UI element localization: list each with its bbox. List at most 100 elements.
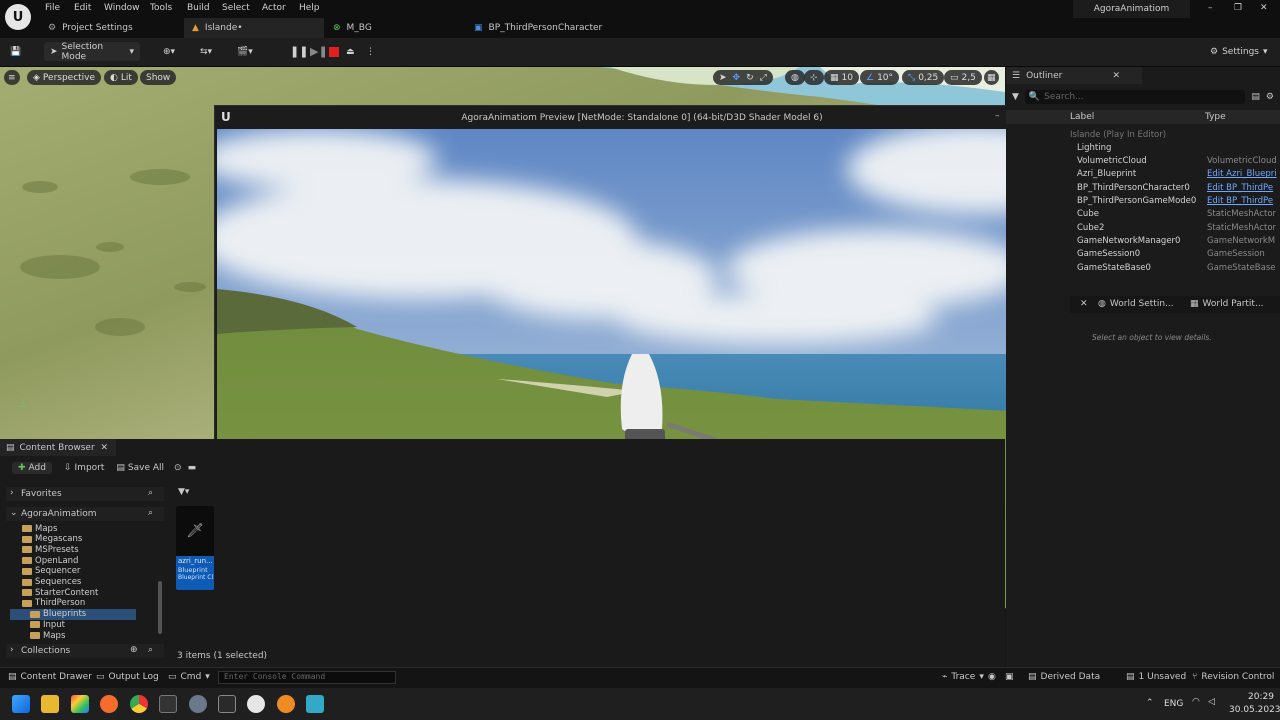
record-icon[interactable]: ◉ [988,672,996,682]
filter-icon[interactable]: ▼ [1012,92,1019,102]
outliner-row[interactable]: GameStateBase0 GameStateBase [1006,261,1280,274]
menu-actor[interactable]: Actor [262,3,286,13]
menu-help[interactable]: Help [299,3,320,13]
chrome-icon[interactable] [130,695,148,713]
blueprint-menu-icon[interactable]: ⇆▾ [200,42,212,61]
tab-bp-thirdpersoncharacter[interactable]: ▣ BP_ThirdPersonCharacter [466,18,626,38]
menu-window[interactable]: Window [104,3,140,13]
import-button[interactable]: ⇩ Import [64,463,104,473]
windows-start-icon[interactable] [12,695,30,713]
folder-tree-item[interactable]: Blueprints [10,608,136,620]
pause-icon[interactable]: ❚❚ [290,42,308,61]
grid-snap-button[interactable]: ▦ 10 [824,70,859,85]
terminal-app-icon[interactable] [159,695,177,713]
blender-icon[interactable] [277,695,295,713]
search-icon[interactable]: ⌕ [148,508,153,518]
selection-mode-button[interactable]: ➤ Selection Mode ▾ [44,42,140,62]
menu-build[interactable]: Build [187,3,210,13]
minimize-icon[interactable]: – [1208,3,1213,13]
outliner-row[interactable]: Azri_Blueprint Edit Azri_Bluepri [1006,168,1280,181]
tab-islande[interactable]: ▲ Islande• [184,18,324,38]
add-button[interactable]: ✚ Add [12,462,52,474]
camera-speed-button[interactable]: ▭ 2,5 [944,70,982,85]
language-indicator[interactable]: ENG [1164,699,1183,709]
save-all-button[interactable]: ▤ Save All [116,463,164,473]
add-collection-icon[interactable]: ⊕ [130,645,138,655]
select-icon[interactable]: ➤ [719,73,727,83]
folder-tree-item[interactable]: MSPresets [22,544,79,555]
folder-tree-item[interactable]: StarterContent [22,587,98,598]
megascans-bridge-icon[interactable] [306,695,324,713]
history-icon[interactable]: ⊙ [174,463,182,473]
tray-chevron-icon[interactable]: ⌃ [1146,698,1154,708]
tree-scrollbar[interactable] [158,581,162,634]
folder-tree-item[interactable]: Maps [30,630,65,641]
close-icon[interactable]: ✕ [1260,3,1268,13]
translate-icon[interactable]: ✥ [733,73,741,83]
outliner-row[interactable]: Cube StaticMeshActor [1006,208,1280,221]
cmd-dropdown[interactable]: ▭ Cmd ▾ [168,672,210,682]
wifi-icon[interactable]: ◠ [1192,697,1200,707]
play-options-icon[interactable]: ⋮ [366,42,375,61]
folder-tree-item[interactable]: Sequencer [22,566,80,577]
outliner-row[interactable]: Cube2 StaticMeshActor [1006,221,1280,234]
output-log-button[interactable]: ▭ Output Log [96,672,159,682]
viewport-layout-button[interactable]: ▦ [984,70,999,85]
scale-snap-button[interactable]: ⤡ 0,25 [902,70,945,85]
content-drawer-button[interactable]: ▤ Content Drawer [8,672,92,682]
clock-date[interactable]: 30.05.2023 [1229,705,1280,715]
unreal-logo-icon[interactable]: U [5,4,31,30]
folder-tree-item[interactable]: Maps [22,523,57,534]
column-label[interactable]: Label [1070,112,1094,122]
maximize-icon[interactable]: ❐ [1234,3,1242,13]
photos-app-icon[interactable] [71,695,89,713]
scale-icon[interactable]: ⤢ [760,73,767,83]
settings-button[interactable]: ⚙ Settings ▾ [1210,42,1268,61]
menu-tools[interactable]: Tools [150,3,172,13]
close-icon[interactable]: ✕ [100,443,108,453]
close-icon[interactable]: ✕ [1112,71,1120,81]
screenshot-icon[interactable]: ▣ [1005,672,1014,682]
revision-control-button[interactable]: ⑂ Revision Control [1192,672,1274,682]
clock-time[interactable]: 20:29 [1248,692,1274,702]
step-icon[interactable]: ▶❚ [310,42,328,61]
file-explorer-icon[interactable] [41,695,59,713]
folder-tree-item[interactable]: ThirdPerson [22,598,85,609]
world-local-toggle[interactable]: ◍ [785,70,805,85]
surface-snap-toggle[interactable]: ⊹ [804,70,824,85]
outliner-row[interactable]: VolumetricCloud VolumetricCloud [1006,155,1280,168]
rotate-icon[interactable]: ↻ [746,73,754,83]
minimize-icon[interactable]: – [995,111,1000,121]
menu-edit[interactable]: Edit [74,3,91,13]
save-icon[interactable]: 💾 [10,42,21,61]
tab-world-settings[interactable]: ◍ World Settin... [1098,299,1174,309]
tab-project-settings[interactable]: ⚙ Project Settings [40,18,184,38]
origin-icon[interactable] [100,695,118,713]
asset-tile[interactable]: 🗡 azri_run... Blueprint Blueprint Cl... [176,506,214,590]
search-input[interactable]: 🔍 Search... [1024,90,1246,104]
volume-icon[interactable]: ◁ [1208,697,1215,707]
viewport-menu-button[interactable]: ≡ [4,70,20,85]
lit-button[interactable]: ◐ Lit [104,70,138,85]
stop-icon[interactable] [329,42,339,61]
outliner-row[interactable]: Islande (Play In Editor) [1006,128,1280,141]
search-icon[interactable]: ⌕ [148,645,153,655]
search-icon[interactable]: ⌕ [148,488,153,498]
perspective-button[interactable]: ◈ Perspective [27,70,102,85]
menu-file[interactable]: File [45,3,60,13]
unreal-editor-icon[interactable] [247,695,265,713]
derived-data-button[interactable]: ▤ Derived Data [1028,672,1100,682]
folder-icon[interactable]: ▬ [188,463,197,473]
folder-tree-item[interactable]: Megascans [22,534,82,545]
console-input[interactable]: Enter Console Command [218,671,396,684]
unsaved-button[interactable]: ▤ 1 Unsaved [1126,672,1186,682]
favorites-header[interactable]: › Favorites ⌕ [6,487,164,501]
close-icon[interactable]: ✕ [1080,299,1088,309]
folder-tree-item[interactable]: Sequences [22,577,81,588]
cinematics-icon[interactable]: 🎬▾ [237,42,253,61]
outliner-row[interactable]: Lighting [1006,141,1280,154]
filter-icon[interactable]: ▼▾ [178,487,189,497]
outliner-row-type[interactable]: Edit BP_ThirdPe [1207,196,1279,206]
outliner-row-type[interactable]: Edit Azri_Bluepri [1207,169,1279,179]
settings-app-icon[interactable] [189,695,207,713]
